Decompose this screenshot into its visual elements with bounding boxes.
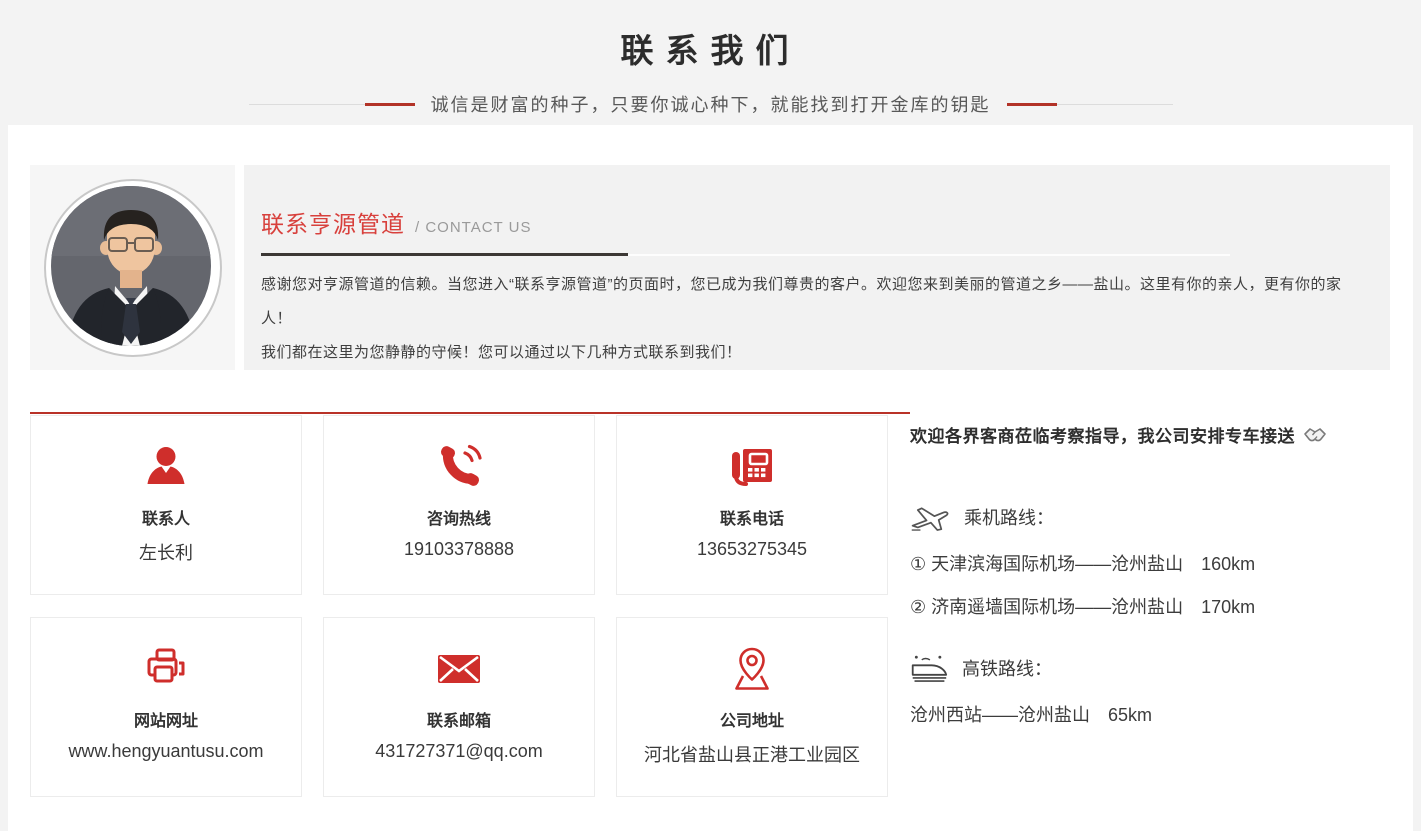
- travel-info: 欢迎各界客商莅临考察指导，我公司安排专车接送: [910, 422, 1398, 727]
- location-pin-icon: [617, 642, 887, 696]
- train-icon: [910, 652, 948, 684]
- flight-route-2: ② 济南遥墙国际机场——沧州盐山 170km: [910, 593, 1398, 619]
- airplane-icon: [910, 501, 950, 533]
- rail-route-1: 沧州西站——沧州盐山 65km: [910, 701, 1398, 727]
- intro-paragraph-line2: 我们都在这里为您静静的守候！您可以通过以下几种方式联系到我们！: [261, 336, 1360, 370]
- flight-routes-group: 乘机路线： ① 天津滨海国际机场——沧州盐山 160km ② 济南遥墙国际机场—…: [910, 501, 1398, 619]
- section-header: 联系我们 诚信是财富的种子，只要你诚心种下，就能找到打开金库的钥匙: [0, 0, 1421, 117]
- card-value: 河北省盐山县正港工业园区: [617, 741, 887, 767]
- intro-divider: [261, 254, 1230, 256]
- avatar: [51, 186, 211, 346]
- flight-route-1: ① 天津滨海国际机场——沧州盐山 160km: [910, 550, 1398, 576]
- card-website: 网站网址 www.hengyuantusu.com: [30, 617, 302, 797]
- avatar-ring: [44, 179, 222, 357]
- intro-heading-en: / CONTACT US: [415, 219, 531, 236]
- subtitle-rule-left-gray: [249, 104, 365, 105]
- travel-welcome: 欢迎各界客商莅临考察指导，我公司安排专车接送: [910, 422, 1398, 447]
- card-value: www.hengyuantusu.com: [31, 741, 301, 762]
- card-phone: 联系电话 13653275345: [616, 415, 888, 595]
- contact-cards-grid: 联系人 左长利 咨询热线 19103378888: [30, 415, 888, 797]
- card-label: 联系电话: [617, 505, 887, 529]
- card-value: 13653275345: [617, 539, 887, 560]
- intro-paragraph-line1: 感谢您对亨源管道的信赖。当您进入“联系亨源管道”的页面时，您已成为我们尊贵的客户…: [261, 268, 1360, 336]
- fax-icon: [617, 440, 887, 494]
- rail-routes-group: 高铁路线： 沧州西站——沧州盐山 65km: [910, 652, 1398, 727]
- contact-page: 联系我们 诚信是财富的种子，只要你诚心种下，就能找到打开金库的钥匙: [0, 0, 1421, 831]
- phone-icon: [324, 440, 594, 494]
- cards-top-rule: [30, 412, 910, 414]
- rail-route-label-row: 高铁路线：: [910, 652, 1398, 684]
- travel-welcome-text: 欢迎各界客商莅临考察指导，我公司安排专车接送: [910, 422, 1295, 447]
- card-value: 431727371@qq.com: [324, 741, 594, 762]
- intro-divider-dark: [261, 253, 628, 256]
- main-panel: 联系亨源管道 / CONTACT US 感谢您对亨源管道的信赖。当您进入“联系亨…: [8, 125, 1413, 831]
- card-label: 联系邮箱: [324, 707, 594, 731]
- flight-route-label: 乘机路线：: [964, 504, 1054, 530]
- printer-icon: [31, 642, 301, 696]
- card-label: 网站网址: [31, 707, 301, 731]
- intro-text-block: 联系亨源管道 / CONTACT US 感谢您对亨源管道的信赖。当您进入“联系亨…: [244, 165, 1390, 370]
- page-title: 联系我们: [0, 24, 1421, 72]
- card-label: 公司地址: [617, 707, 887, 731]
- rail-route-label: 高铁路线：: [962, 655, 1052, 681]
- card-address: 公司地址 河北省盐山县正港工业园区: [616, 617, 888, 797]
- subtitle-rule-right-red: [1007, 103, 1057, 106]
- card-value: 左长利: [31, 539, 301, 565]
- card-hotline: 咨询热线 19103378888: [323, 415, 595, 595]
- envelope-icon: [324, 642, 594, 696]
- intro-band: 联系亨源管道 / CONTACT US 感谢您对亨源管道的信赖。当您进入“联系亨…: [30, 165, 1390, 370]
- card-value: 19103378888: [324, 539, 594, 560]
- card-label: 咨询热线: [324, 505, 594, 529]
- card-contact-person: 联系人 左长利: [30, 415, 302, 595]
- page-subtitle: 诚信是财富的种子，只要你诚心种下，就能找到打开金库的钥匙: [431, 91, 991, 117]
- intro-heading: 联系亨源管道 / CONTACT US: [261, 205, 1360, 239]
- card-email: 联系邮箱 431727371@qq.com: [323, 617, 595, 797]
- intro-paragraph: 感谢您对亨源管道的信赖。当您进入“联系亨源管道”的页面时，您已成为我们尊贵的客户…: [261, 268, 1360, 370]
- subtitle-rule-right-gray: [1057, 104, 1173, 105]
- intro-heading-cn: 联系亨源管道: [261, 205, 405, 239]
- person-icon: [31, 440, 301, 494]
- handshake-icon: [1303, 425, 1327, 445]
- avatar-box: [30, 165, 235, 370]
- page-subtitle-row: 诚信是财富的种子，只要你诚心种下，就能找到打开金库的钥匙: [0, 91, 1421, 117]
- card-label: 联系人: [31, 505, 301, 529]
- subtitle-rule-left-red: [365, 103, 415, 106]
- flight-route-label-row: 乘机路线：: [910, 501, 1398, 533]
